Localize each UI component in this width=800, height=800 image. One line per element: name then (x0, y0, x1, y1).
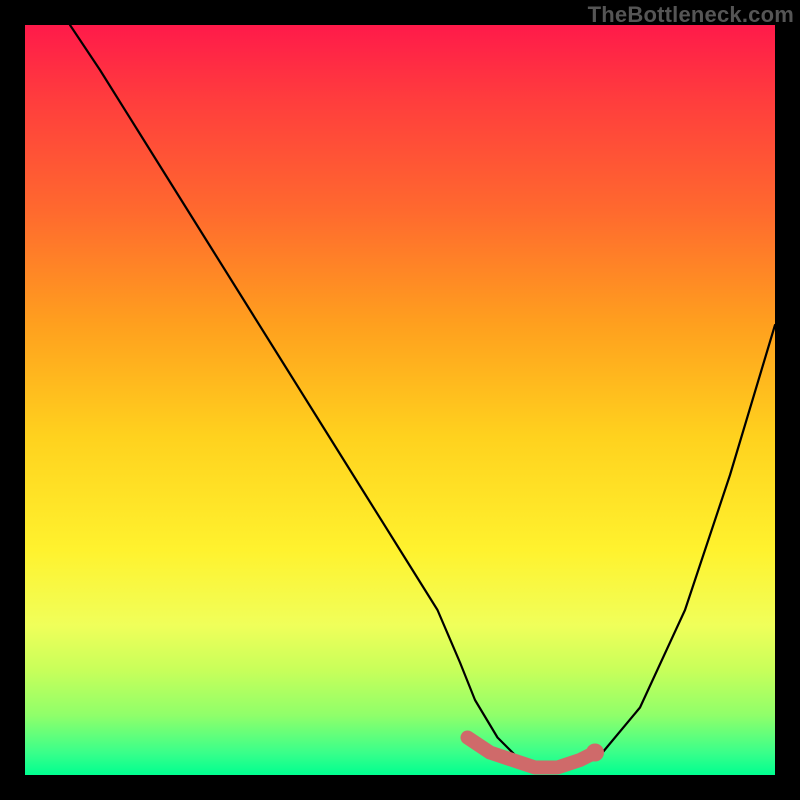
chart-plot-area (25, 25, 775, 775)
chart-svg-layer (25, 25, 775, 775)
optimal-point-dot (586, 744, 604, 762)
bottleneck-curve (70, 25, 775, 768)
optimal-band (468, 738, 596, 768)
